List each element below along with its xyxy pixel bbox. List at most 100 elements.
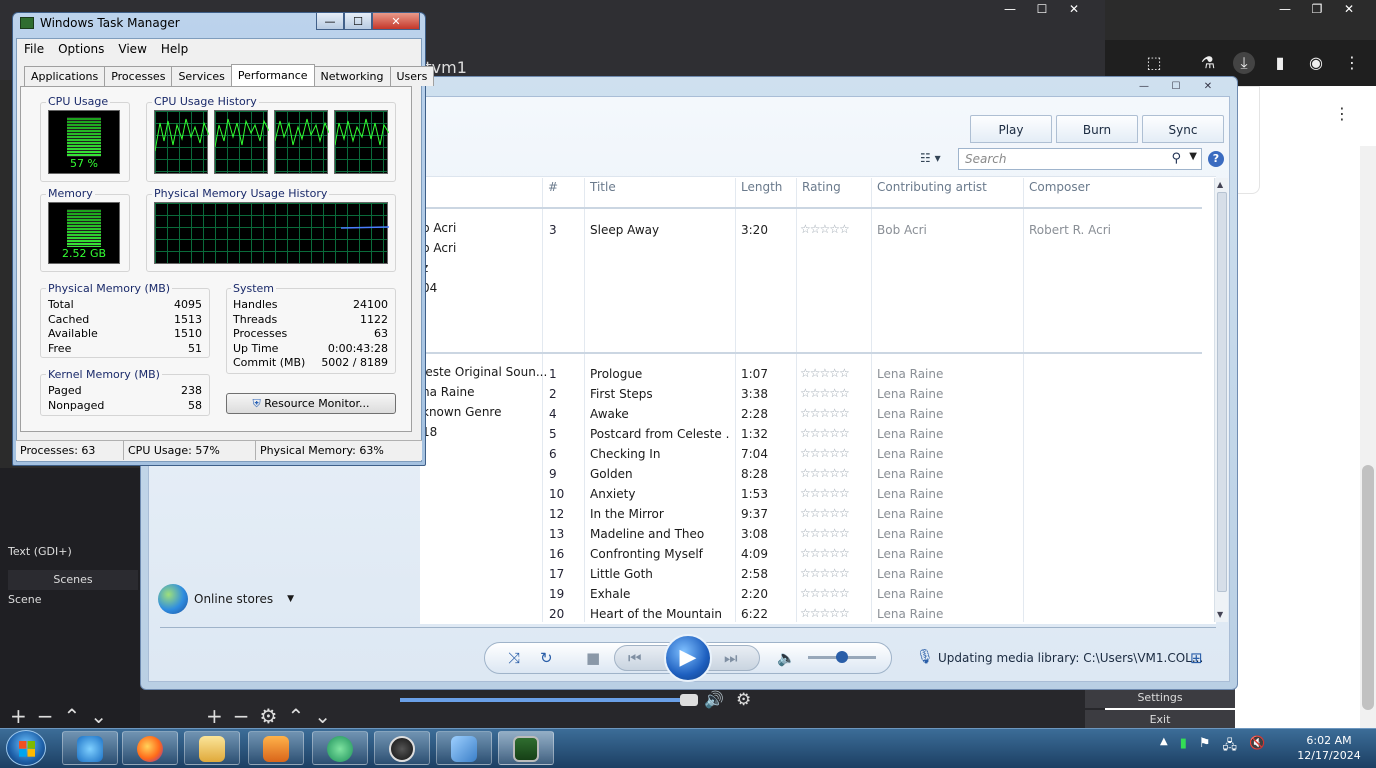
resource-monitor-button[interactable]: ⛨ Resource Monitor... [226, 393, 396, 414]
tab-applications[interactable]: Applications [24, 66, 106, 86]
shuffle-icon[interactable]: ⤨ [508, 649, 520, 667]
chrome-scroll-thumb[interactable] [1362, 465, 1374, 710]
taskbar-task-manager[interactable] [498, 731, 554, 765]
profile-icon[interactable]: ◉ [1305, 52, 1327, 74]
obs-volume-slider[interactable] [400, 698, 695, 702]
add-icon[interactable]: + [10, 704, 27, 728]
chrome-menu-icon[interactable]: ⋮ [1341, 52, 1363, 74]
obs-volume-knob[interactable] [680, 694, 698, 706]
speaker-icon[interactable]: 🔊 [704, 690, 724, 709]
taskbar-media-player[interactable] [248, 731, 304, 765]
search-icon[interactable]: ⚲ [1171, 151, 1181, 166]
maximize-icon[interactable]: ❐ [1302, 0, 1332, 18]
obs-exit-button[interactable]: Exit [1085, 710, 1235, 730]
network-icon[interactable]: 🖧 [1223, 736, 1238, 758]
previous-icon[interactable]: ⏮ [628, 649, 642, 667]
chevron-up-icon[interactable]: ▲ [1160, 736, 1168, 758]
rating-stars[interactable]: ☆☆☆☆☆ [800, 446, 849, 460]
remove-icon[interactable]: − [37, 704, 54, 728]
more-options-icon[interactable]: ⋮ [1334, 104, 1350, 123]
menu-help[interactable]: Help [161, 42, 188, 56]
rating-stars[interactable]: ☆☆☆☆☆ [800, 486, 849, 500]
chevron-down-icon[interactable]: ▼ [287, 594, 294, 604]
extension-icon[interactable]: ⬚ [1143, 52, 1165, 74]
column-header-length[interactable]: Length [741, 180, 782, 194]
rating-stars[interactable]: ☆☆☆☆☆ [800, 366, 849, 380]
minimize-icon[interactable]: — [1130, 79, 1158, 95]
menu-options[interactable]: Options [58, 42, 104, 56]
maximize-icon[interactable]: ☐ [1162, 79, 1190, 95]
repeat-icon[interactable]: ↻ [540, 649, 553, 667]
rating-stars[interactable]: ☆☆☆☆☆ [800, 546, 849, 560]
side-panel-icon[interactable]: ▮ [1269, 52, 1291, 74]
rating-stars[interactable]: ☆☆☆☆☆ [800, 426, 849, 440]
up-icon[interactable]: ⌃ [287, 704, 304, 728]
menu-file[interactable]: File [24, 42, 44, 56]
rating-stars[interactable]: ☆☆☆☆☆ [800, 466, 849, 480]
next-icon[interactable]: ⏭ [724, 649, 738, 667]
rating-stars[interactable]: ☆☆☆☆☆ [800, 566, 849, 580]
rating-stars[interactable]: ☆☆☆☆☆ [800, 406, 849, 420]
taskbar-clock[interactable]: 6:02 AM 12/17/2024 [1294, 733, 1364, 763]
rating-stars[interactable]: ☆☆☆☆☆ [800, 526, 849, 540]
maximize-icon[interactable]: ☐ [344, 12, 372, 30]
menu-view[interactable]: View [118, 42, 146, 56]
view-options-icon[interactable]: ☷ ▾ [920, 151, 941, 165]
search-input[interactable]: Search ⚲ ▼ [958, 148, 1202, 170]
start-button[interactable] [6, 730, 46, 766]
gear-icon[interactable]: ⚙ [260, 704, 278, 728]
taskbar-control-panel[interactable] [436, 731, 492, 765]
tab-services[interactable]: Services [171, 66, 232, 86]
close-icon[interactable]: ✕ [1194, 79, 1222, 95]
taskbar-file-explorer[interactable] [184, 731, 240, 765]
help-icon[interactable]: ? [1208, 151, 1224, 167]
taskbar-obs[interactable] [374, 731, 430, 765]
column-header-rating[interactable]: Rating [802, 180, 841, 194]
column-header-contributing-artist[interactable]: Contributing artist [877, 180, 987, 194]
tray-app-icon[interactable]: ▮ [1180, 736, 1187, 758]
obs-scene-item[interactable]: Scene [8, 590, 138, 610]
down-icon[interactable]: ⌄ [90, 704, 107, 728]
play-button[interactable]: ▶ [664, 634, 712, 682]
minimize-icon[interactable]: — [316, 12, 344, 30]
minimize-icon[interactable]: — [1270, 0, 1300, 18]
scroll-down-icon[interactable]: ▼ [1217, 610, 1223, 619]
column-header-composer[interactable]: Composer [1029, 180, 1090, 194]
flag-icon[interactable]: ⚑ [1199, 736, 1211, 758]
volume-knob[interactable] [836, 651, 848, 663]
rating-stars[interactable]: ☆☆☆☆☆ [800, 222, 849, 236]
stop-icon[interactable]: ■ [586, 649, 600, 667]
volume-muted-icon[interactable]: 🔇 [1249, 736, 1265, 758]
tab-play[interactable]: Play [970, 115, 1052, 143]
rating-stars[interactable]: ☆☆☆☆☆ [800, 586, 849, 600]
maximize-icon[interactable]: ☐ [1027, 0, 1057, 18]
column-header-title[interactable]: Title [590, 180, 616, 194]
download-icon[interactable]: ⤓ [1233, 52, 1255, 74]
remove-icon[interactable]: − [233, 704, 250, 728]
scroll-thumb[interactable] [1217, 192, 1227, 592]
scroll-up-icon[interactable]: ▲ [1217, 180, 1223, 189]
tab-burn[interactable]: Burn [1056, 115, 1138, 143]
up-icon[interactable]: ⌃ [64, 704, 81, 728]
obs-settings-button[interactable]: Settings [1085, 688, 1235, 708]
gear-icon[interactable]: ⚙ [736, 690, 751, 710]
close-icon[interactable]: ✕ [1334, 0, 1364, 18]
obs-source-item[interactable]: Text (GDI+) [8, 542, 138, 562]
tab-users[interactable]: Users [389, 66, 435, 86]
library-scrollbar[interactable]: ▲ ▼ [1214, 178, 1228, 622]
rating-stars[interactable]: ☆☆☆☆☆ [800, 506, 849, 520]
tab-sync[interactable]: Sync [1142, 115, 1224, 143]
add-icon[interactable]: + [206, 704, 223, 728]
lab-flask-icon[interactable]: ⚗ [1197, 52, 1219, 74]
close-icon[interactable]: ✕ [372, 12, 420, 30]
rating-stars[interactable]: ☆☆☆☆☆ [800, 386, 849, 400]
close-icon[interactable]: ✕ [1059, 0, 1089, 18]
tab-processes[interactable]: Processes [104, 66, 173, 86]
column-header-number[interactable]: # [548, 180, 558, 194]
taskbar-chat-app[interactable] [312, 731, 368, 765]
switch-to-now-playing-icon[interactable]: ⊞ [1190, 649, 1203, 667]
chevron-down-icon[interactable]: ▼ [1189, 151, 1197, 162]
tab-networking[interactable]: Networking [313, 66, 391, 86]
rating-stars[interactable]: ☆☆☆☆☆ [800, 606, 849, 620]
taskbar-internet-explorer[interactable] [62, 731, 118, 765]
